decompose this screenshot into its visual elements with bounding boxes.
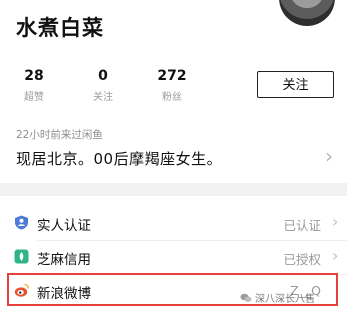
section-gap: [0, 183, 347, 196]
user-name: 水煮白菜: [16, 16, 104, 40]
follow-button[interactable]: 关注: [257, 71, 334, 98]
avatar[interactable]: [279, 0, 335, 26]
stat-likes[interactable]: 28 超赞: [4, 68, 64, 103]
stat-followers[interactable]: 272 粉丝: [142, 68, 202, 103]
verification-status: 已认证: [283, 218, 321, 233]
stat-followers-label: 粉丝: [162, 92, 182, 103]
last-visit-text: 22小时前来过闲鱼: [16, 129, 103, 141]
stat-following-label: 关注: [93, 92, 113, 103]
bio-text[interactable]: 现居北京。00后摩羯座女生。: [16, 148, 222, 169]
watermark: 深八深长八售: [240, 290, 315, 305]
stat-followers-value: 272: [157, 68, 187, 84]
stat-likes-value: 28: [24, 68, 44, 84]
stat-likes-label: 超赞: [24, 92, 44, 103]
shield-icon: [15, 215, 28, 230]
sesame-icon: [14, 249, 29, 264]
verification-label: 芝麻信用: [37, 252, 91, 268]
verification-row-sesame[interactable]: 芝麻信用 已授权 ›: [0, 240, 347, 274]
watermark-text: 深八深长八售: [255, 294, 315, 305]
wechat-icon: [240, 293, 252, 302]
verification-label: 实人认证: [37, 218, 91, 234]
profile-header: 水煮白菜 28 超赞 0 关注 272 粉丝 关注 22小时前来过闲鱼 现居北京…: [0, 0, 347, 183]
verification-row-identity[interactable]: 实人认证 已认证 ›: [0, 206, 347, 240]
chevron-right-icon[interactable]: ›: [325, 144, 333, 168]
stat-following[interactable]: 0 关注: [73, 68, 133, 103]
chevron-right-icon: ›: [332, 212, 339, 231]
chevron-right-icon: ›: [332, 246, 339, 265]
stat-following-value: 0: [98, 68, 108, 84]
verification-status: 已授权: [283, 252, 321, 267]
